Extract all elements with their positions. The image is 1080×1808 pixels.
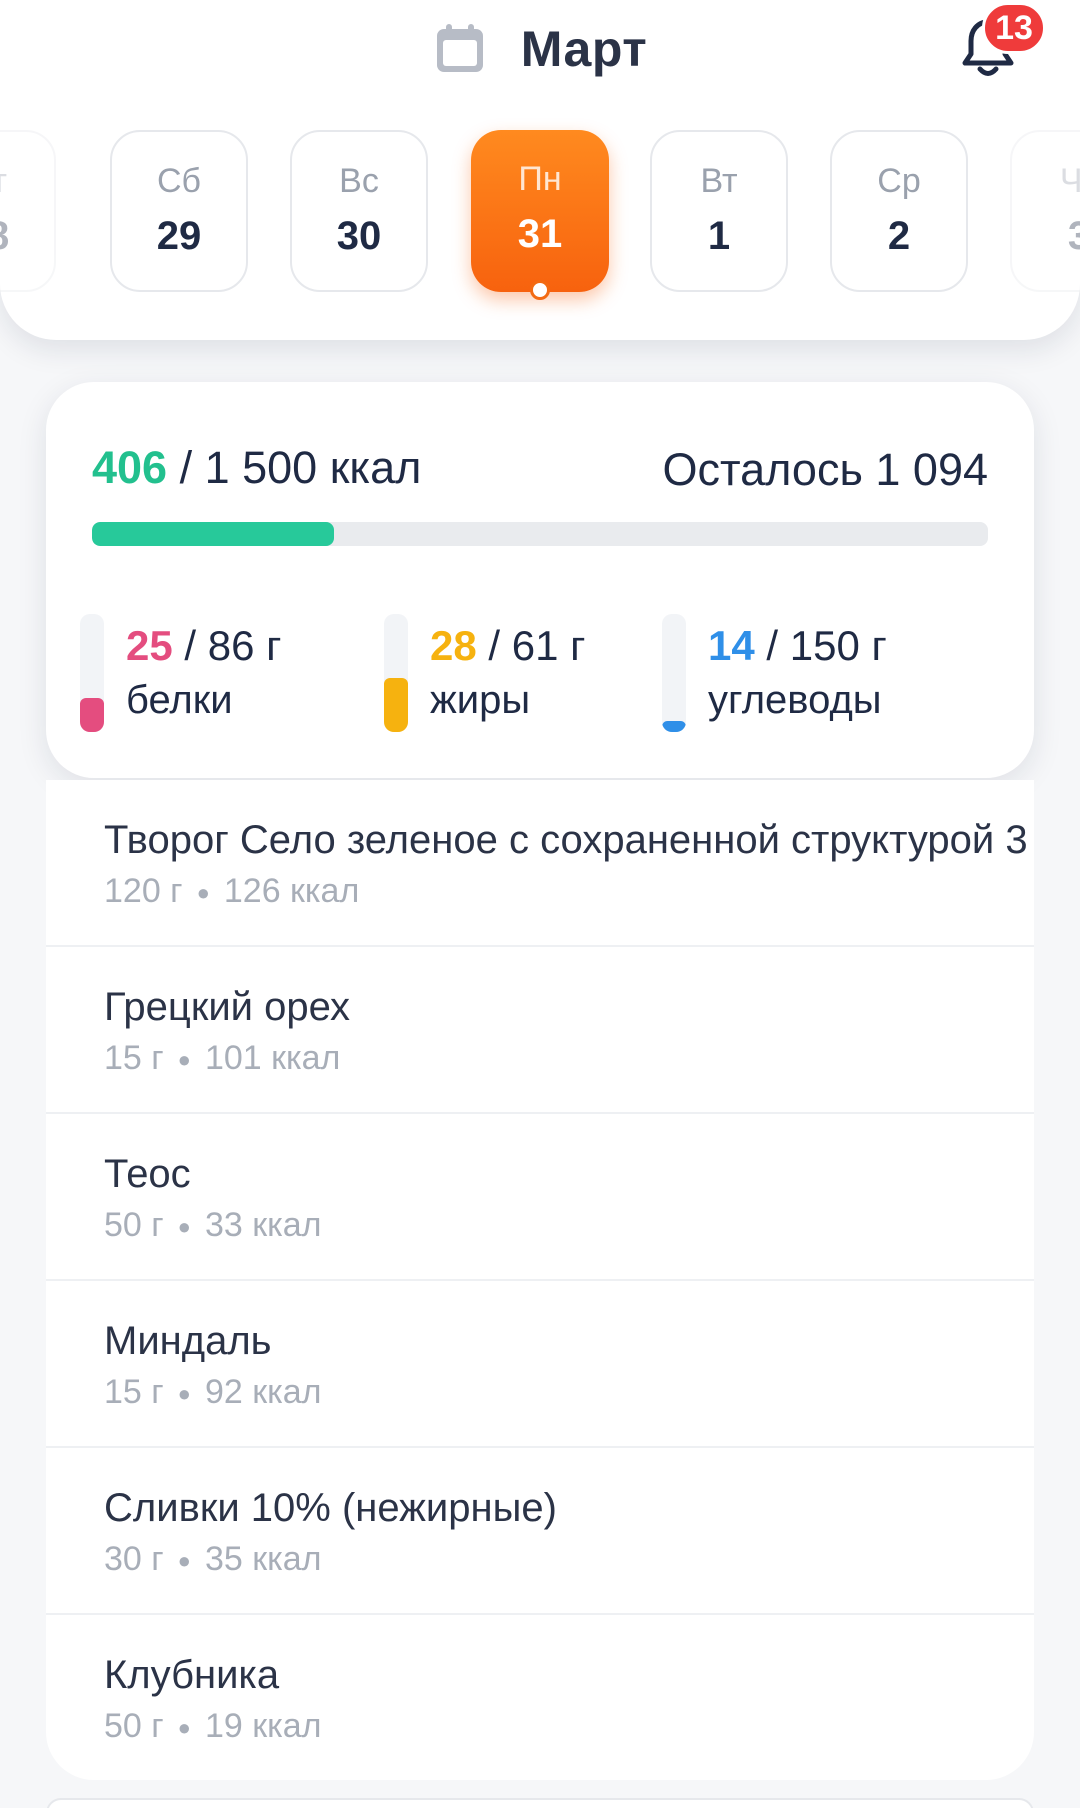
day-of-week: Вт [700, 162, 738, 200]
calories-progress-fill [92, 522, 334, 546]
food-name: Миндаль [104, 1319, 272, 1363]
macro-label: углеводы [708, 678, 882, 722]
calories-eaten: 406 / 1 500 ккал [92, 442, 421, 494]
food-item[interactable]: Грецкий орех 15 г ● 101 ккал [46, 947, 1034, 1114]
calories-remaining: Осталось 1 094 [662, 444, 988, 495]
macro-amount: 28 / 61 г [430, 622, 585, 670]
food-meta: 15 г ● 101 ккал [104, 1039, 340, 1078]
month-title: Март [520, 21, 648, 77]
macro-fat: 28 / 61 г жиры [384, 614, 644, 734]
food-list: Творог Село зеленое с сохраненной структ… [46, 780, 1034, 1780]
macro-label: жиры [430, 678, 531, 722]
food-item[interactable]: Миндаль 15 г ● 92 ккал [46, 1281, 1034, 1448]
food-meta: 50 г ● 33 ккал [104, 1206, 321, 1245]
day-of-week: Пн [518, 160, 562, 198]
macro-value: 28 [430, 622, 477, 669]
food-name: Сливки 10% (нежирные) [104, 1486, 557, 1530]
calendar-icon [436, 24, 483, 72]
macro-bar-track [80, 614, 104, 732]
day-item[interactable]: Сб 29 [110, 130, 248, 292]
day-of-week: Ср [877, 162, 921, 200]
food-weight: 120 г [104, 872, 183, 910]
macro-value: 25 [126, 622, 173, 669]
day-number: 30 [336, 214, 382, 258]
day-of-week: Сб [156, 162, 202, 200]
food-item[interactable]: Сливки 10% (нежирные) 30 г ● 35 ккал [46, 1448, 1034, 1615]
macro-amount: 14 / 150 г [708, 622, 887, 670]
day-number: 3 [1067, 214, 1080, 258]
month-selector[interactable]: Март [0, 14, 1080, 84]
calories-eaten-value: 406 [92, 442, 168, 493]
calories-progress-bar [92, 522, 988, 546]
macro-protein: 25 / 86 г белки [80, 614, 340, 734]
food-item[interactable]: Творог Село зеленое с сохраненной структ… [46, 780, 1034, 947]
macro-goal: / 86 г [172, 622, 282, 669]
food-meta: 120 г ● 126 ккал [104, 872, 359, 911]
day-of-week: Пт [0, 162, 54, 201]
day-item-selected[interactable]: Пн 31 [471, 130, 609, 300]
food-name: Творог Село зеленое с сохраненной структ… [104, 818, 1028, 862]
separator-dot: ● [177, 1214, 191, 1240]
separator-dot: ● [177, 1548, 191, 1574]
day-item[interactable]: Вт 1 [650, 130, 788, 292]
food-calories: 92 ккал [204, 1373, 322, 1411]
day-number: 28 [0, 214, 54, 259]
food-meta: 15 г ● 92 ккал [104, 1373, 321, 1412]
macro-goal: / 150 г [754, 622, 887, 669]
day-number: 29 [156, 214, 202, 258]
day-item[interactable]: Чт 3 [1010, 130, 1080, 292]
header: Март 13 [0, 0, 1080, 110]
next-card-peek [46, 1798, 1034, 1808]
food-name: Грецкий орех [104, 985, 350, 1029]
food-weight: 50 г [104, 1707, 164, 1745]
food-name: Теос [104, 1152, 191, 1196]
today-indicator [530, 280, 550, 300]
macro-bar-track [662, 614, 686, 732]
daily-summary-card: 406 / 1 500 ккал Осталось 1 094 25 / 86 … [46, 382, 1034, 778]
food-meta: 30 г ● 35 ккал [104, 1540, 321, 1579]
separator-dot: ● [196, 880, 210, 906]
food-weight: 30 г [104, 1540, 164, 1578]
macro-bar-fill [662, 721, 686, 732]
day-strip[interactable]: Пт 28 Сб 29 Вс 30 Пн 31 Вт 1 Ср 2 Чт 3 [0, 130, 1080, 300]
day-of-week: Вс [339, 162, 379, 200]
calories-goal: / 1 500 ккал [167, 442, 422, 493]
date-header-card: Март 13 Пт 28 Сб 29 Вс 30 Пн 31 Вт [0, 0, 1080, 340]
day-item[interactable]: Пт 28 [0, 130, 56, 292]
day-item[interactable]: Ср 2 [830, 130, 968, 292]
day-item[interactable]: Вс 30 [290, 130, 428, 292]
food-weight: 15 г [104, 1039, 164, 1077]
separator-dot: ● [177, 1381, 191, 1407]
notification-badge: 13 [982, 2, 1046, 54]
macro-label: белки [126, 678, 233, 722]
food-calories: 126 ккал [223, 872, 360, 910]
food-calories: 19 ккал [204, 1707, 322, 1745]
food-calories: 33 ккал [204, 1206, 322, 1244]
food-item[interactable]: Теос 50 г ● 33 ккал [46, 1114, 1034, 1281]
food-weight: 50 г [104, 1206, 164, 1244]
macro-goal: / 61 г [476, 622, 586, 669]
food-meta: 50 г ● 19 ккал [104, 1707, 321, 1746]
macro-value: 14 [708, 622, 755, 669]
macro-bar-track [384, 614, 408, 732]
separator-dot: ● [177, 1715, 191, 1741]
macro-carbs: 14 / 150 г углеводы [662, 614, 992, 734]
food-weight: 15 г [104, 1373, 164, 1411]
day-number: 31 [517, 212, 563, 256]
macro-amount: 25 / 86 г [126, 622, 281, 670]
day-of-week: Чт [1059, 162, 1080, 200]
food-calories: 101 ккал [204, 1039, 341, 1077]
separator-dot: ● [177, 1047, 191, 1073]
food-calories: 35 ккал [204, 1540, 322, 1578]
day-number: 2 [887, 214, 911, 258]
food-item[interactable]: Клубника 50 г ● 19 ккал [46, 1615, 1034, 1780]
food-name: Клубника [104, 1653, 280, 1697]
macro-bar-fill [384, 677, 408, 732]
macro-bar-fill [80, 697, 104, 732]
day-number: 1 [707, 214, 731, 258]
